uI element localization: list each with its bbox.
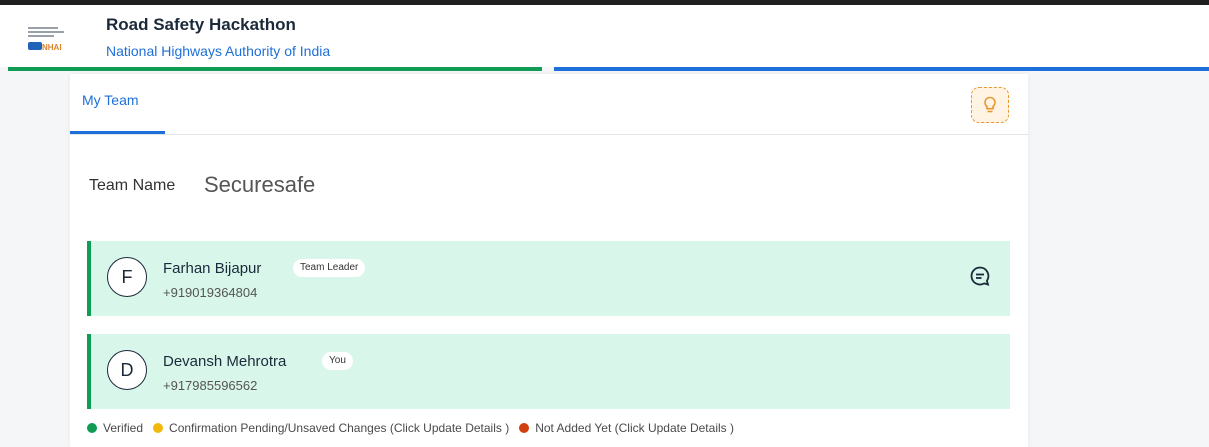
yellow-dot-icon bbox=[153, 423, 164, 433]
progress-bar-green bbox=[8, 67, 542, 71]
logo-road-shape bbox=[28, 42, 42, 50]
avatar: D bbox=[107, 350, 147, 390]
status-legend: Verified Confirmation Pending/Unsaved Ch… bbox=[87, 421, 744, 435]
team-name-label: Team Name bbox=[89, 177, 176, 194]
legend-item-not-added: Not Added Yet (Click Update Details ) bbox=[519, 421, 734, 435]
app-header: NHAI Road Safety Hackathon National High… bbox=[0, 5, 1209, 67]
legend-label: Confirmation Pending/Unsaved Changes (Cl… bbox=[169, 421, 510, 435]
member-phone: +919019364804 bbox=[163, 285, 258, 300]
progress-bar-blue bbox=[554, 67, 1209, 71]
app-subtitle: National Highways Authority of India bbox=[106, 43, 331, 59]
tab-my-team[interactable]: My Team bbox=[70, 74, 165, 134]
member-name: Devansh Mehrotra bbox=[163, 353, 287, 370]
member-phone: +917985596562 bbox=[163, 378, 258, 393]
red-dot-icon bbox=[519, 423, 530, 433]
green-dot-icon bbox=[87, 423, 97, 433]
tab-label: My Team bbox=[82, 92, 139, 108]
chat-icon[interactable] bbox=[969, 265, 991, 287]
logo-line bbox=[28, 31, 64, 33]
nhai-logo-icon[interactable]: NHAI bbox=[24, 25, 80, 53]
avatar: F bbox=[107, 257, 147, 297]
member-card: F Farhan Bijapur Team Leader +9190193648… bbox=[87, 241, 1010, 316]
hint-button[interactable] bbox=[971, 87, 1009, 123]
role-badge: You bbox=[322, 352, 353, 370]
role-badge: Team Leader bbox=[293, 259, 366, 277]
lightbulb-icon bbox=[984, 96, 996, 113]
legend-label: Verified bbox=[103, 421, 144, 435]
team-name-value: Securesafe bbox=[204, 172, 316, 197]
legend-item-verified: Verified bbox=[87, 421, 143, 435]
logo-line bbox=[28, 35, 54, 37]
team-card: My Team Team Name Securesafe F Farhan Bi… bbox=[70, 74, 1028, 447]
app-title: Road Safety Hackathon bbox=[106, 15, 296, 34]
member-name: Farhan Bijapur bbox=[163, 260, 262, 277]
logo-text: NHAI bbox=[42, 43, 62, 52]
tab-divider bbox=[70, 134, 1028, 135]
logo-line bbox=[28, 27, 58, 29]
legend-item-pending: Confirmation Pending/Unsaved Changes (Cl… bbox=[153, 421, 509, 435]
member-card: D Devansh Mehrotra You +917985596562 bbox=[87, 334, 1010, 409]
legend-label: Not Added Yet (Click Update Details ) bbox=[535, 421, 734, 435]
